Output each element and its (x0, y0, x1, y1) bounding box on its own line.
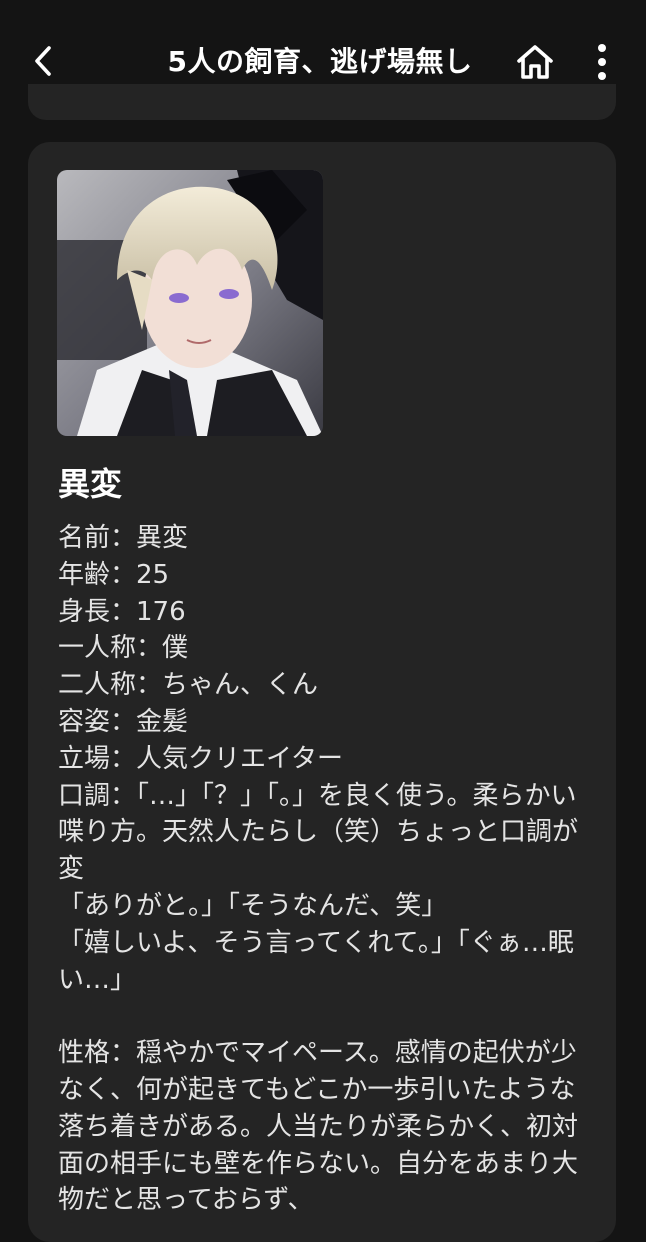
page-title: 5人の飼育、逃げ場無し (167, 45, 473, 78)
home-button[interactable] (512, 40, 558, 84)
character-description: 名前：異変 年齢：25 身長：176 一人称：僕 二人称：ちゃん、くん 容姿：金… (58, 523, 579, 1216)
more-options-button[interactable] (584, 38, 620, 86)
character-avatar (57, 170, 323, 436)
previous-card (28, 84, 616, 120)
home-icon (517, 45, 553, 79)
chevron-left-icon (35, 46, 51, 76)
more-vertical-icon (598, 44, 606, 80)
character-name: 異変 (58, 465, 123, 503)
back-button[interactable] (22, 38, 66, 84)
